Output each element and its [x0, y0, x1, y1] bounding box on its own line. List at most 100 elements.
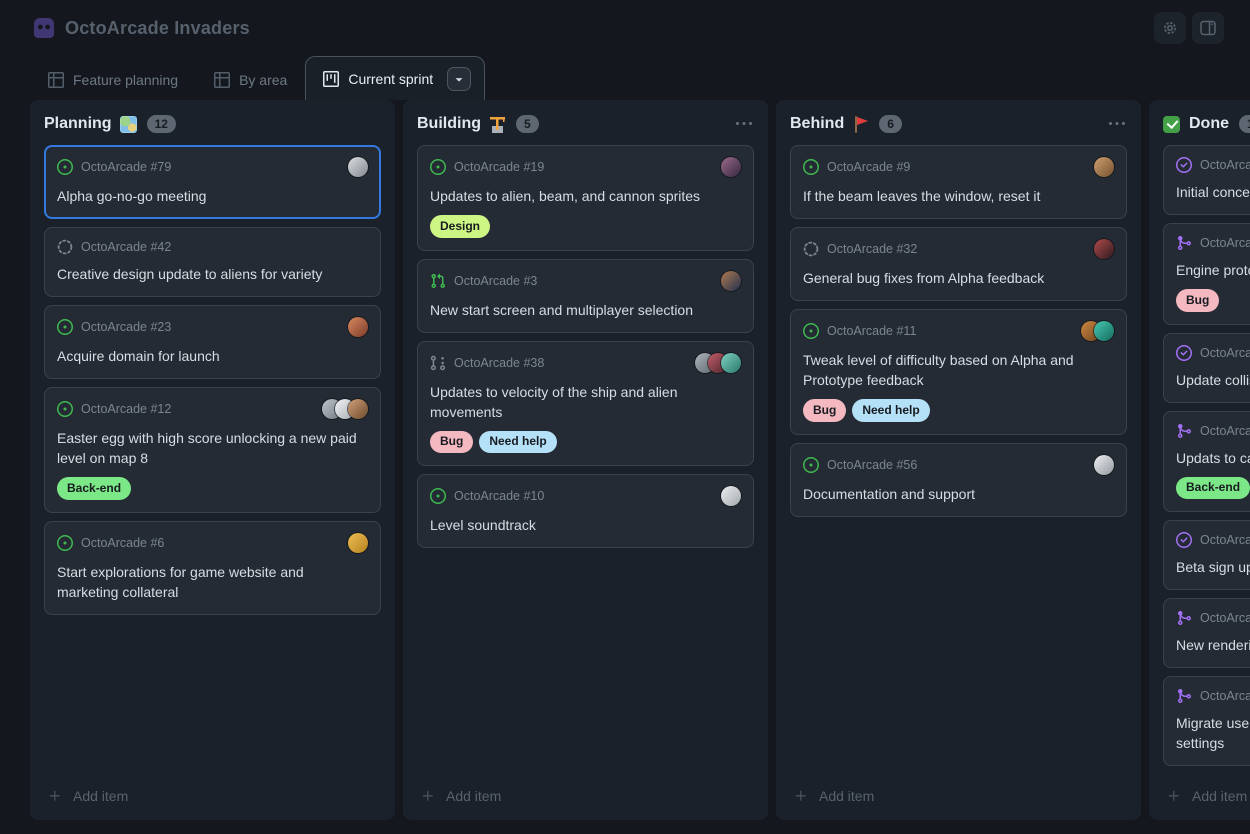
avatars — [721, 157, 741, 177]
card[interactable]: OctoArcade Update collisi — [1163, 333, 1250, 403]
card[interactable]: OctoArcade #42 Creative design update to… — [44, 227, 381, 297]
card-id: OctoArcade #10 — [454, 489, 544, 503]
map-emoji — [120, 116, 137, 133]
card[interactable]: OctoArcade #12 Easter egg with high scor… — [44, 387, 381, 513]
label-pill: Design — [430, 215, 490, 238]
card[interactable]: OctoArcade Migrate users settings — [1163, 676, 1250, 766]
tab-options-button[interactable] — [447, 67, 471, 91]
avatar — [1094, 239, 1114, 259]
avatar — [348, 533, 368, 553]
tab-by-area[interactable]: By area — [196, 60, 305, 100]
card-id: OctoArcade — [1200, 346, 1250, 360]
card[interactable]: OctoArcade Beta sign up — [1163, 520, 1250, 590]
card[interactable]: OctoArcade #56 Documentation and support — [790, 443, 1127, 517]
avatars — [1081, 321, 1114, 341]
add-item-label: Add item — [446, 788, 501, 804]
card-list: OctoArcade Initial concept OctoArcade En… — [1149, 143, 1250, 774]
avatars — [348, 317, 368, 337]
card-title: Level soundtrack — [430, 515, 741, 535]
plus-icon — [1167, 789, 1181, 803]
issue-opened-icon — [57, 535, 73, 551]
avatars — [1094, 239, 1114, 259]
avatar — [348, 157, 368, 177]
triangle-down-icon — [452, 72, 466, 86]
card[interactable]: OctoArcade #10 Level soundtrack — [417, 474, 754, 548]
add-item-button[interactable]: Add item — [30, 776, 395, 820]
column-title: Done — [1189, 115, 1229, 133]
card-id: OctoArcade #23 — [81, 320, 171, 334]
label-pill: Bug — [1176, 289, 1219, 312]
column-menu-button[interactable] — [736, 116, 752, 132]
plus-icon — [421, 789, 435, 803]
plus-icon — [794, 789, 808, 803]
add-item-button[interactable]: Add item — [776, 776, 1141, 820]
card[interactable]: OctoArcade Engine protot Bug — [1163, 223, 1250, 325]
card[interactable]: OctoArcade Updats to car Back-end — [1163, 411, 1250, 513]
column-done: Done 12 OctoArcade Initial concept OctoA… — [1149, 100, 1250, 820]
avatars — [721, 486, 741, 506]
card-list: OctoArcade #19 Updates to alien, beam, a… — [403, 143, 768, 556]
card-title: Acquire domain for launch — [57, 346, 368, 366]
panel-toggle-button[interactable] — [1192, 12, 1224, 44]
card[interactable]: OctoArcade New renderin — [1163, 598, 1250, 668]
column-title: Planning — [44, 115, 112, 133]
app-title: OctoArcade Invaders — [65, 18, 250, 39]
add-item-label: Add item — [73, 788, 128, 804]
label-pill: Back-end — [57, 477, 131, 500]
card[interactable]: OctoArcade #23 Acquire domain for launch — [44, 305, 381, 379]
column-header: Building 5 — [403, 100, 768, 143]
plus-icon — [48, 789, 62, 803]
table-icon — [214, 72, 230, 88]
card-id: OctoArcade #38 — [454, 356, 544, 370]
column-behind: Behind 6 OctoArcade #9 If the beam leave… — [776, 100, 1141, 820]
card-id: OctoArcade #79 — [81, 160, 171, 174]
settings-button[interactable] — [1154, 12, 1186, 44]
add-item-button[interactable]: Add item — [403, 776, 768, 820]
card-id: OctoArcade — [1200, 424, 1250, 438]
card[interactable]: OctoArcade #9 If the beam leaves the win… — [790, 145, 1127, 219]
add-item-label: Add item — [819, 788, 874, 804]
add-item-button[interactable]: Add item — [1149, 776, 1250, 820]
card-list: OctoArcade #79 Alpha go-no-go meeting Oc… — [30, 143, 395, 623]
card[interactable]: OctoArcade #32 General bug fixes from Al… — [790, 227, 1127, 301]
card-id: OctoArcade — [1200, 158, 1250, 172]
card-title: New renderin — [1176, 635, 1250, 655]
card[interactable]: OctoArcade #79 Alpha go-no-go meeting — [44, 145, 381, 219]
avatars — [1094, 157, 1114, 177]
issue-draft-icon — [57, 239, 73, 255]
card[interactable]: OctoArcade #3 New start screen and multi… — [417, 259, 754, 333]
kebab-icon — [1109, 116, 1125, 132]
card-title: Updats to car — [1176, 448, 1250, 468]
tab-feature-planning[interactable]: Feature planning — [30, 60, 196, 100]
issue-opened-icon — [803, 457, 819, 473]
card-list: OctoArcade #9 If the beam leaves the win… — [776, 143, 1141, 525]
table-icon — [48, 72, 64, 88]
avatar — [348, 399, 368, 419]
card[interactable]: OctoArcade #11 Tweak level of difficulty… — [790, 309, 1127, 435]
avatars — [721, 271, 741, 291]
column-count: 12 — [1239, 115, 1250, 133]
card[interactable]: OctoArcade Initial concept — [1163, 145, 1250, 215]
card-title: Start explorations for game website and … — [57, 562, 368, 602]
column-header: Done 12 — [1149, 100, 1250, 143]
card-id: OctoArcade #56 — [827, 458, 917, 472]
tab-label: Feature planning — [73, 72, 178, 88]
tab-current-sprint[interactable]: Current sprint — [305, 56, 485, 100]
card[interactable]: OctoArcade #38 Updates to velocity of th… — [417, 341, 754, 467]
card[interactable]: OctoArcade #6 Start explorations for gam… — [44, 521, 381, 615]
card-id: OctoArcade #3 — [454, 274, 537, 288]
column-count: 6 — [879, 115, 902, 133]
card[interactable]: OctoArcade #19 Updates to alien, beam, a… — [417, 145, 754, 251]
column-menu-button[interactable] — [1109, 116, 1125, 132]
card-id: OctoArcade #42 — [81, 240, 171, 254]
card-id: OctoArcade — [1200, 611, 1250, 625]
card-title: Easter egg with high score unlocking a n… — [57, 428, 368, 468]
card-title: Update collisi — [1176, 370, 1250, 390]
card-title: New start screen and multiplayer selecti… — [430, 300, 741, 320]
git-merge-icon — [1176, 610, 1192, 626]
label-pill: Bug — [430, 431, 473, 454]
column-count: 5 — [516, 115, 539, 133]
card-id: OctoArcade — [1200, 689, 1250, 703]
column-building: Building 5 OctoArcade #19 Updates to ali… — [403, 100, 768, 820]
column-planning: Planning 12 OctoArcade #79 Alpha go-no-g… — [30, 100, 395, 820]
